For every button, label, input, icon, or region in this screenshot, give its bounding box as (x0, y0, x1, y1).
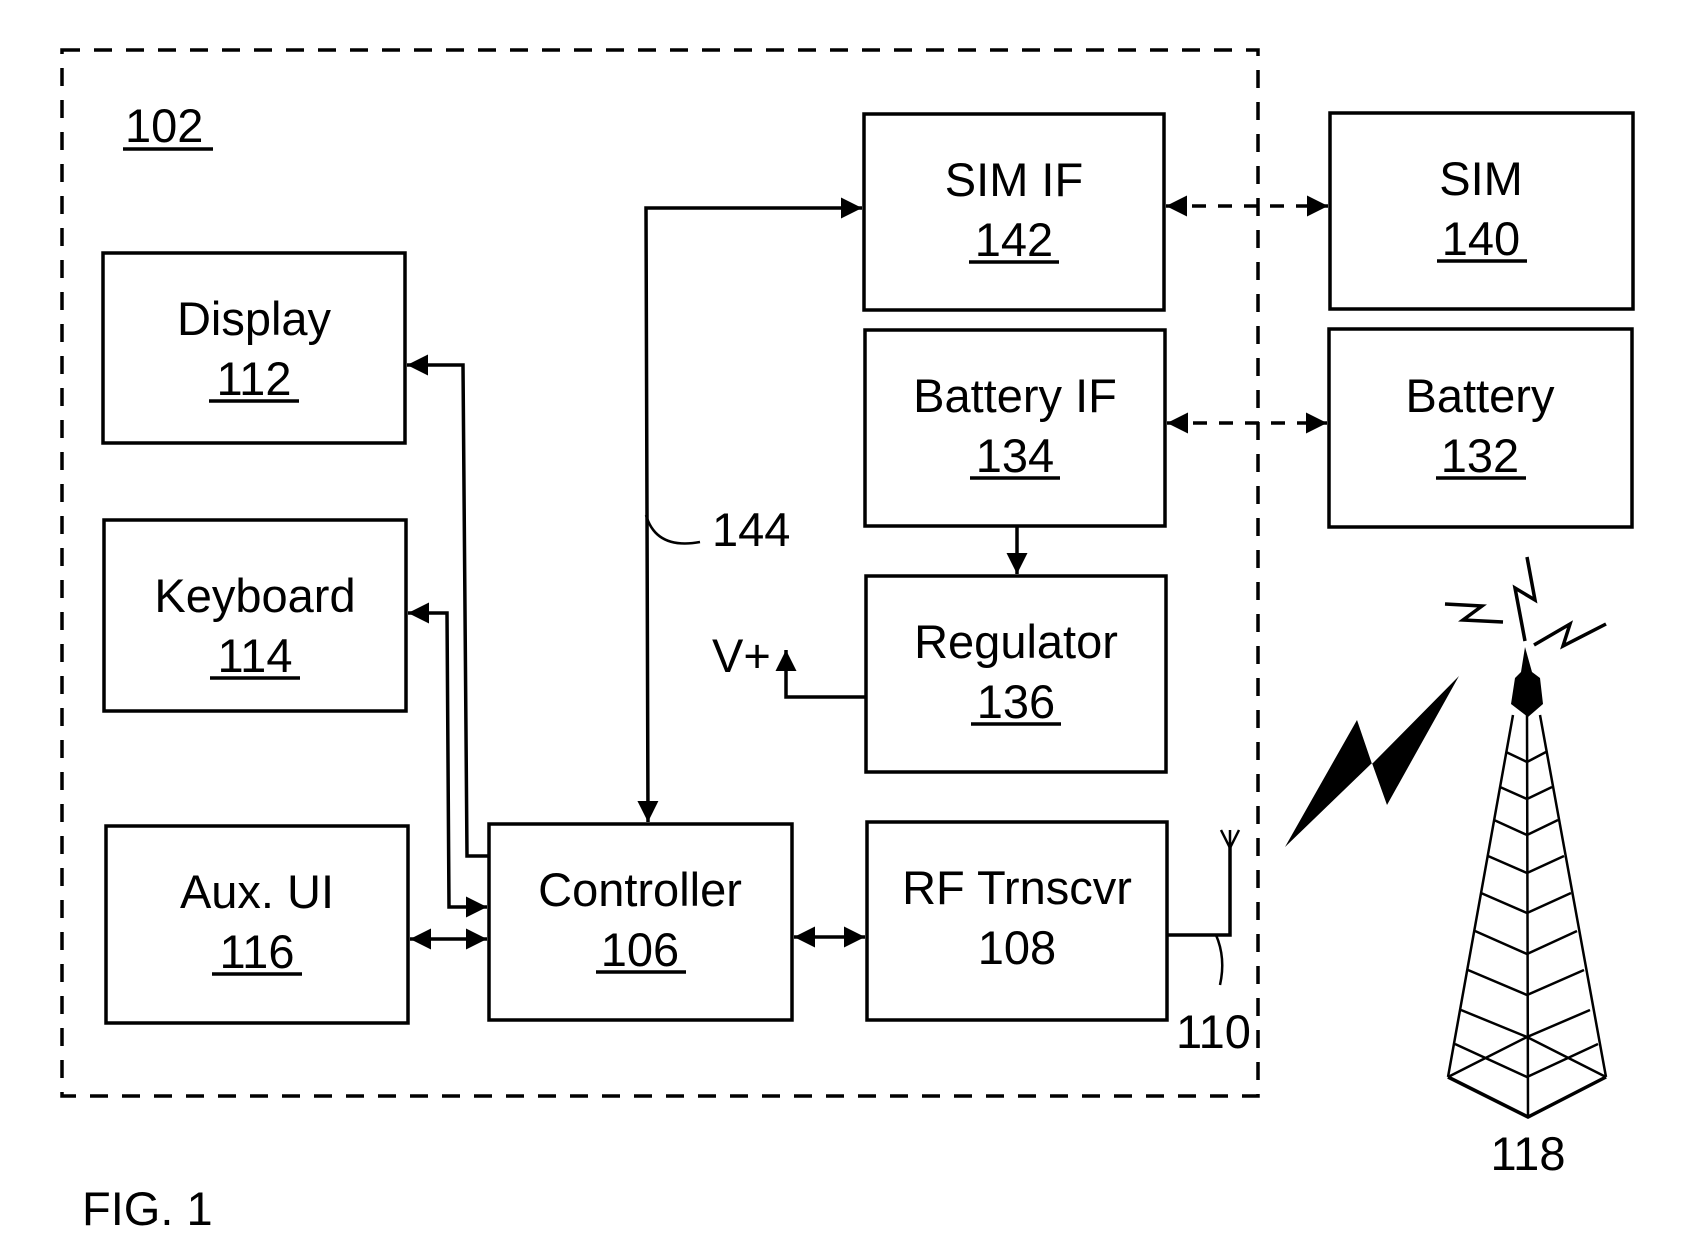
regulator-block[interactable]: Regulator 136 (864, 574, 1168, 774)
keyboard-block[interactable]: Keyboard 114 (102, 518, 408, 713)
aux-ui-block[interactable]: Aux. UI 116 (104, 824, 410, 1025)
bus-144-leader (644, 514, 701, 545)
sim-if-ref: 142 (975, 213, 1053, 266)
tower-ref: 118 (1491, 1127, 1566, 1180)
rf-ref: 108 (978, 921, 1056, 974)
regulator-to-vplus-line (775, 650, 866, 699)
battery-if-block[interactable]: Battery IF 134 (863, 328, 1167, 528)
sim-if-block[interactable]: SIM IF 142 (862, 112, 1166, 312)
base-station-tower-icon (1444, 556, 1608, 1119)
antenna-line (1167, 845, 1232, 937)
display-block[interactable]: Display 112 (101, 251, 407, 445)
bus-144-label: 144 (712, 503, 790, 556)
keyboard-ref: 114 (218, 629, 293, 682)
battery-label: Battery (1406, 369, 1555, 422)
display-ref: 112 (217, 352, 292, 405)
device-ref: 102 (125, 99, 203, 152)
sim-ref: 140 (1442, 212, 1520, 265)
controller-label: Controller (538, 863, 742, 916)
battery-ref: 132 (1441, 429, 1519, 482)
display-label: Display (177, 292, 332, 345)
keyboard-label: Keyboard (154, 569, 355, 622)
keyboard-controller-line (408, 602, 487, 918)
antenna-icon (1219, 829, 1241, 849)
rf-label: RF Trnscvr (902, 861, 1132, 914)
controller-ref: 106 (601, 923, 679, 976)
battery-if-ref: 134 (976, 429, 1054, 482)
figure-label: FIG. 1 (82, 1182, 213, 1235)
block-diagram: 102 Display 112 Keyboard 114 Aux. UI 116… (60, 48, 1635, 1235)
regulator-ref: 136 (977, 675, 1055, 728)
battery-block[interactable]: Battery 132 (1327, 327, 1634, 529)
sim-if-label: SIM IF (945, 153, 1083, 206)
sim-block[interactable]: SIM 140 (1328, 111, 1635, 311)
controller-block[interactable]: Controller 106 (487, 822, 794, 1022)
vplus-label: V+ (712, 629, 771, 682)
antenna-ref: 110 (1176, 1005, 1251, 1058)
battery-if-label: Battery IF (913, 369, 1117, 422)
aux-ui-label: Aux. UI (180, 865, 334, 918)
regulator-label: Regulator (914, 615, 1118, 668)
aux-ui-ref: 116 (220, 925, 295, 978)
sim-label: SIM (1439, 152, 1523, 205)
lightning-bolt-icon (1285, 676, 1459, 847)
rf-transceiver-block[interactable]: RF Trnscvr 108 (865, 820, 1169, 1022)
antenna-leader (1214, 934, 1224, 986)
